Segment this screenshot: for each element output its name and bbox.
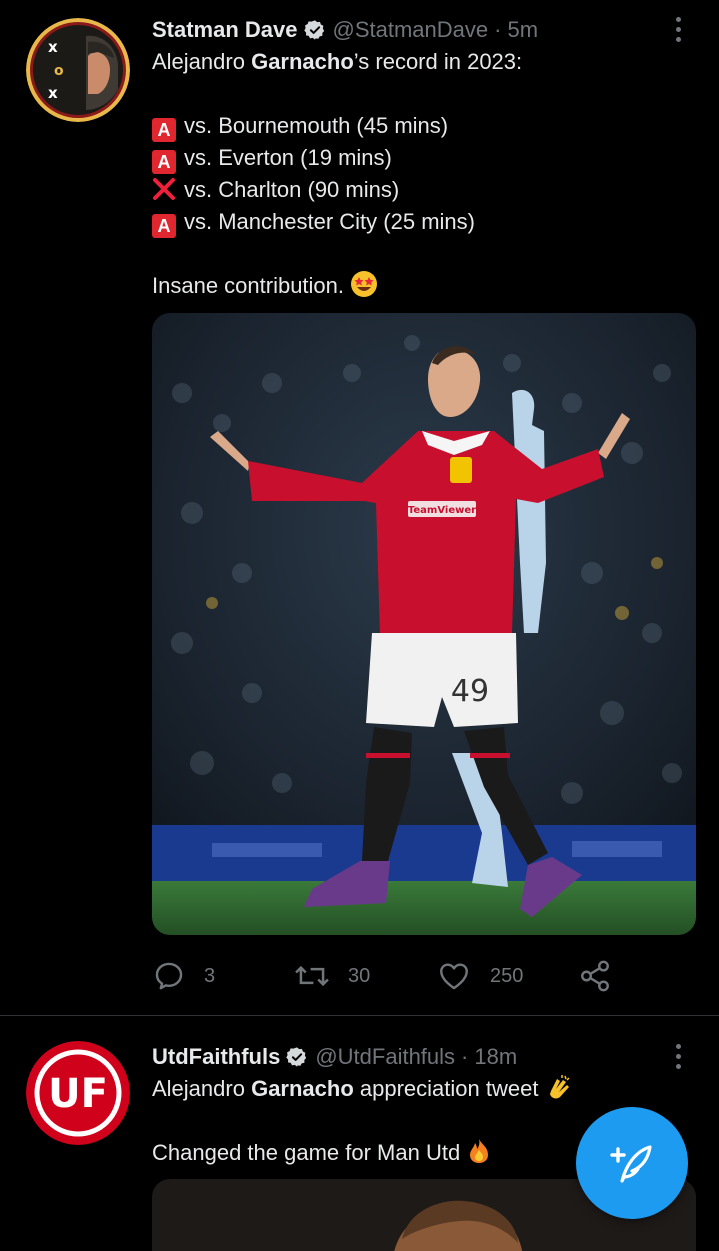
reply-icon [155, 962, 183, 990]
fire-emoji [470, 1139, 489, 1163]
tactics-board-avatar: x o x [26, 18, 130, 122]
svg-text:o: o [54, 63, 64, 79]
svg-text:x: x [48, 38, 58, 56]
tweet-text-segment: appreciation tweet [353, 1076, 539, 1101]
result-label: vs. Bournemouth (45 mins) [184, 113, 449, 138]
share-icon [581, 960, 609, 992]
tweet-header: UtdFaithfuls @UtdFaithfuls · 18m [152, 1041, 695, 1073]
tweet-text: Alejandro Garnacho’s record in 2023: Avs… [152, 46, 695, 302]
result-label: vs. Manchester City (25 mins) [184, 209, 475, 234]
retweet-count: 30 [348, 964, 371, 987]
tweet-content: Statman Dave @StatmanDave · 5m Alejandro… [152, 14, 695, 302]
tweet-text-segment: Alejandro [152, 49, 252, 74]
reply-count: 3 [204, 964, 216, 987]
result-line: Avs. Everton (19 mins) [152, 142, 695, 174]
compose-tweet-button[interactable] [576, 1107, 688, 1219]
tweet-text-segment: Changed the game for Man Utd [152, 1140, 461, 1165]
tweet-text-segment: ’s record in 2023: [353, 49, 523, 74]
verified-badge-icon [303, 20, 324, 40]
retweet-icon [295, 965, 329, 987]
tweet-photo[interactable]: TeamViewer 49 [152, 313, 696, 935]
avatar-logo-text: UF [48, 1071, 108, 1117]
svg-text:x: x [48, 84, 58, 102]
separator-dot: · [494, 17, 502, 42]
avatar[interactable]: x o x [26, 18, 130, 122]
player-number: 49 [451, 674, 489, 709]
tweet-time[interactable]: 18m [474, 1044, 517, 1070]
like-count: 250 [490, 964, 524, 987]
red-a-button-emoji: A [152, 150, 176, 174]
tweet-header: Statman Dave @StatmanDave · 5m [152, 14, 695, 46]
clapping-hands-emoji [549, 1075, 570, 1099]
cross-mark-emoji [153, 178, 175, 200]
tweet-actions: 3 30 250 [152, 954, 632, 998]
tweet-text-bold: Garnacho [251, 1076, 354, 1101]
result-line: vs. Charlton (90 mins) [152, 174, 695, 206]
like-button[interactable]: 250 [436, 954, 523, 998]
retweet-button[interactable]: 30 [294, 954, 370, 998]
result-label: vs. Charlton (90 mins) [184, 177, 400, 202]
share-button[interactable] [578, 954, 630, 998]
more-options-icon[interactable] [661, 1041, 695, 1071]
red-a-button-emoji: A [152, 118, 176, 142]
tweet-text-segment: Alejandro [152, 1076, 252, 1101]
author-handle[interactable]: @UtdFaithfuls [315, 1044, 455, 1070]
star-struck-emoji [351, 271, 378, 297]
tweet-text-segment: Insane contribution. [152, 273, 345, 298]
compose-feather-icon [610, 1145, 652, 1183]
tweet-text-bold: Garnacho [251, 49, 354, 74]
shirt-sponsor: TeamViewer [408, 505, 476, 516]
more-options-icon[interactable] [661, 14, 695, 44]
separator-dot: · [461, 1044, 469, 1069]
author-name[interactable]: UtdFaithfuls [152, 1044, 280, 1070]
red-a-button-emoji: A [152, 214, 176, 238]
result-line: Avs. Manchester City (25 mins) [152, 206, 695, 238]
verified-badge-icon [286, 1047, 307, 1067]
result-line: Avs. Bournemouth (45 mins) [152, 110, 695, 142]
result-label: vs. Everton (19 mins) [184, 145, 392, 170]
avatar[interactable]: UF [26, 1041, 130, 1145]
tweet-time[interactable]: 5m [507, 17, 538, 43]
author-handle[interactable]: @StatmanDave [333, 17, 489, 43]
tweet[interactable]: x o x Statman Dave @StatmanDave · 5m Ale… [0, 0, 719, 1016]
football-player-photo: TeamViewer 49 [152, 313, 696, 935]
author-name[interactable]: Statman Dave [152, 17, 298, 43]
reply-button[interactable]: 3 [152, 954, 215, 998]
utdfaithfuls-logo-avatar: UF [26, 1041, 130, 1145]
heart-icon [440, 963, 468, 990]
